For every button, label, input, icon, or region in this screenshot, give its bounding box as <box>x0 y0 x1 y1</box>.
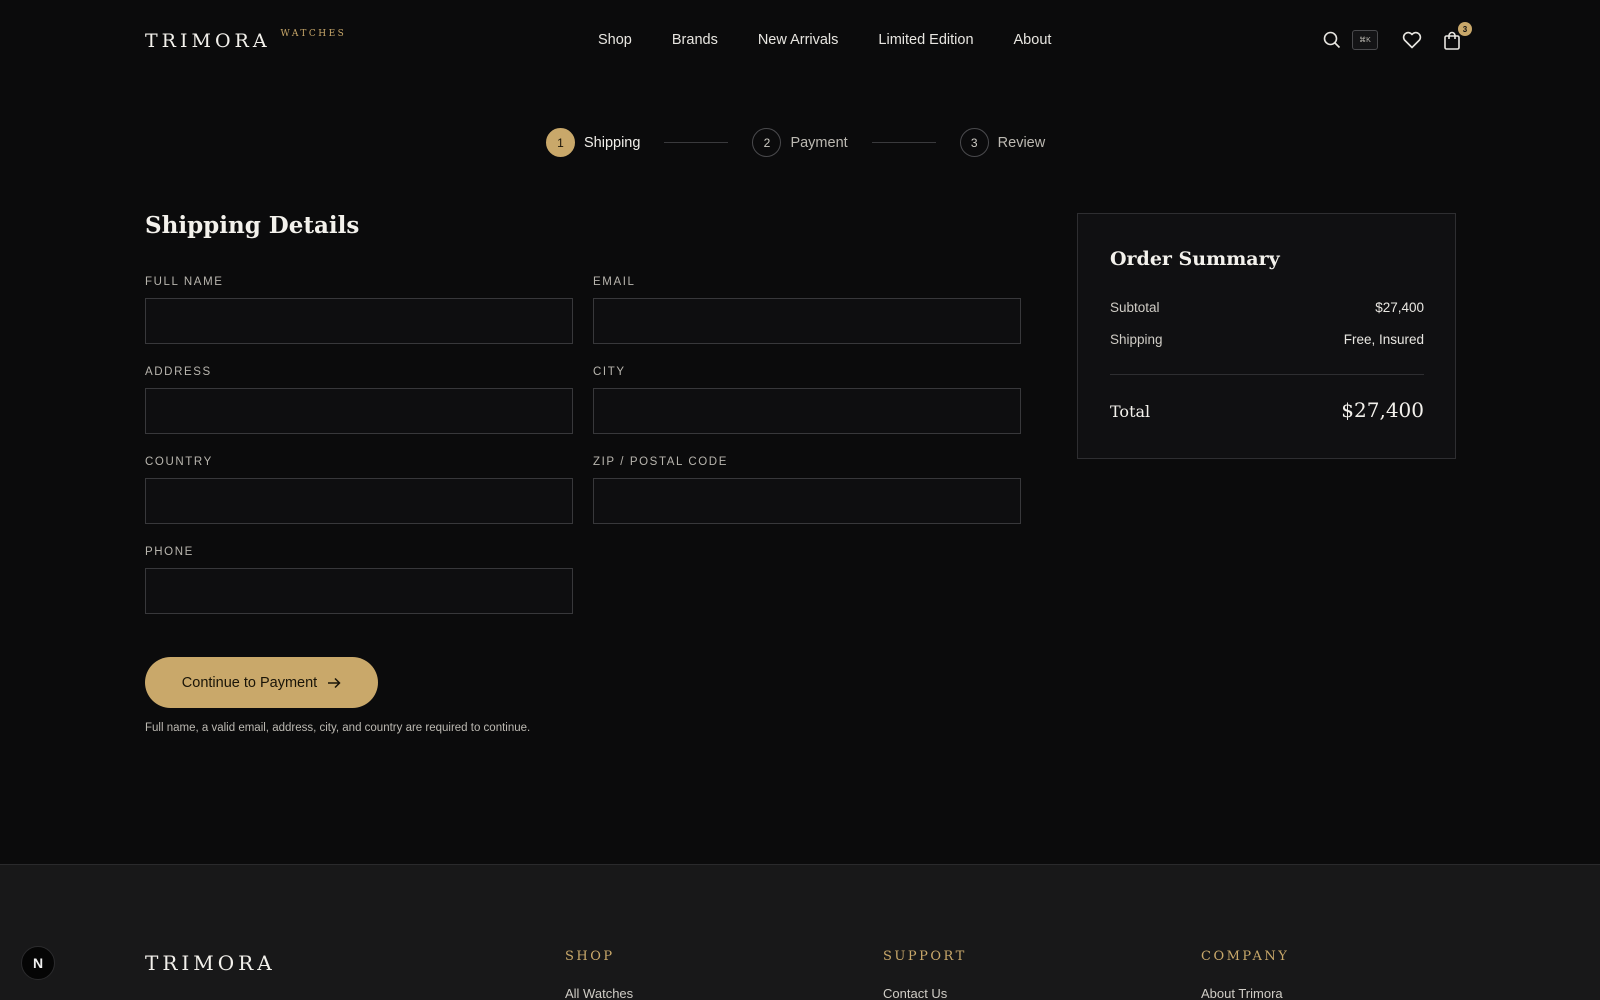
nav-shop[interactable]: Shop <box>598 32 632 48</box>
search-icon[interactable] <box>1320 28 1344 52</box>
city-input[interactable] <box>593 388 1021 434</box>
country-field: COUNTRY <box>145 456 573 524</box>
cart-button[interactable]: 3 <box>1440 22 1472 52</box>
site-header: TRIMORA WATCHES Shop Brands New Arrivals… <box>0 0 1600 82</box>
footer-column-support: SUPPORT Contact Us <box>883 949 967 1000</box>
full-name-input[interactable] <box>145 298 573 344</box>
arrow-right-icon <box>328 677 341 688</box>
address-field: ADDRESS <box>145 366 573 434</box>
step-number: 2 <box>752 128 782 157</box>
shopping-bag-icon <box>1444 31 1460 50</box>
city-field: CITY <box>593 366 1021 434</box>
footer-heading: COMPANY <box>1201 949 1290 964</box>
step-review: 3 Review <box>959 128 1046 157</box>
field-label: ZIP / POSTAL CODE <box>593 456 728 468</box>
zip-field: ZIP / POSTAL CODE <box>593 456 1021 524</box>
step-shipping: 1 Shipping <box>546 128 640 157</box>
heart-icon[interactable] <box>1400 28 1424 52</box>
checkout-stepper: 1 Shipping 2 Payment 3 Review <box>546 128 1045 157</box>
footer-column-shop: SHOP All Watches <box>565 949 633 1000</box>
shipping-row: Shipping Free, Insured <box>1110 332 1424 347</box>
field-label: EMAIL <box>593 276 636 288</box>
field-label: COUNTRY <box>145 456 213 468</box>
step-payment: 2 Payment <box>752 128 848 157</box>
subtotal-value: $27,400 <box>1375 300 1424 315</box>
zip-input[interactable] <box>593 478 1021 524</box>
logo-text: TRIMORA <box>145 30 271 52</box>
footer-column-company: COMPANY About Trimora <box>1201 949 1289 1000</box>
required-fields-hint: Full name, a valid email, address, city,… <box>145 722 531 734</box>
summary-divider <box>1110 374 1424 375</box>
field-label: CITY <box>593 366 626 378</box>
step-label: Payment <box>790 134 848 151</box>
shipping-label: Shipping <box>1110 332 1163 347</box>
footer-logo[interactable]: TRIMORA <box>145 951 276 975</box>
field-label: FULL NAME <box>145 276 224 288</box>
step-connector <box>664 142 729 143</box>
step-number: 3 <box>959 128 989 157</box>
subtotal-row: Subtotal $27,400 <box>1110 300 1424 315</box>
main-nav: Shop Brands New Arrivals Limited Edition… <box>598 32 1051 48</box>
step-label: Shipping <box>584 134 641 151</box>
logo-subtext: WATCHES <box>280 29 347 39</box>
footer-heading: SUPPORT <box>883 949 967 964</box>
footer-heading: SHOP <box>565 949 615 964</box>
nav-new-arrivals[interactable]: New Arrivals <box>758 32 839 48</box>
total-value: $27,400 <box>1341 398 1424 422</box>
shipping-value: Free, Insured <box>1343 332 1424 347</box>
order-summary-card: Order Summary Subtotal $27,400 Shipping … <box>1077 213 1456 459</box>
footer-link[interactable]: Contact Us <box>883 986 967 1000</box>
cart-count-badge: 3 <box>1458 22 1472 36</box>
country-input[interactable] <box>145 478 573 524</box>
total-row: Total $27,400 <box>1110 398 1424 422</box>
field-label: PHONE <box>145 546 194 558</box>
footer-link[interactable]: About Trimora <box>1201 986 1289 1000</box>
email-input[interactable] <box>593 298 1021 344</box>
continue-to-payment-button[interactable]: Continue to Payment <box>145 657 378 708</box>
full-name-field: FULL NAME <box>145 276 573 344</box>
header-actions: ⌘K 3 <box>1320 22 1472 52</box>
nav-limited-edition[interactable]: Limited Edition <box>878 32 973 48</box>
step-number: 1 <box>546 128 575 157</box>
total-label: Total <box>1110 402 1151 421</box>
footer-link[interactable]: All Watches <box>565 986 633 1000</box>
summary-title: Order Summary <box>1110 248 1280 270</box>
step-label: Review <box>997 134 1046 151</box>
button-label: Continue to Payment <box>181 674 318 691</box>
page-title: Shipping Details <box>145 212 360 239</box>
address-input[interactable] <box>145 388 573 434</box>
email-field: EMAIL <box>593 276 1021 344</box>
site-footer: TRIMORA SHOP All Watches SUPPORT Contact… <box>0 864 1600 1000</box>
field-label: ADDRESS <box>145 366 212 378</box>
dev-tools-badge[interactable]: N <box>21 946 55 980</box>
nav-brands[interactable]: Brands <box>672 32 718 48</box>
phone-input[interactable] <box>145 568 573 614</box>
subtotal-label: Subtotal <box>1110 300 1160 315</box>
nav-about[interactable]: About <box>1014 32 1052 48</box>
command-k-shortcut[interactable]: ⌘K <box>1352 30 1378 50</box>
step-connector <box>871 142 936 143</box>
phone-field: PHONE <box>145 546 573 614</box>
brand-logo[interactable]: TRIMORA WATCHES <box>145 29 347 52</box>
